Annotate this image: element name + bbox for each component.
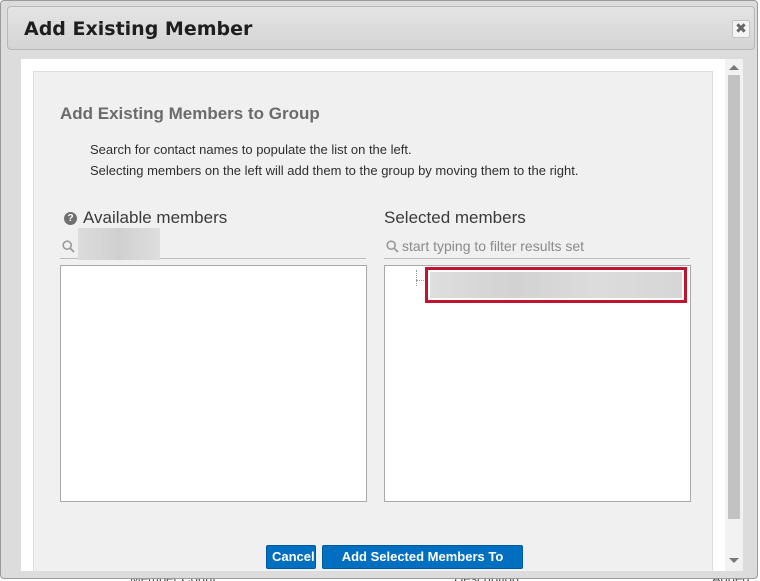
available-search-input[interactable] [78, 236, 358, 256]
scroll-thumb[interactable] [728, 75, 740, 519]
instruction-line: Selecting members on the left will add t… [90, 163, 579, 178]
selected-filter-input[interactable] [402, 236, 686, 256]
available-members-header: ? Available members [64, 208, 227, 228]
cancel-button[interactable]: Cancel [266, 545, 316, 569]
scroll-down-icon[interactable] [729, 558, 739, 563]
search-icon [386, 240, 399, 253]
selected-members-label: Selected members [384, 208, 526, 227]
help-icon[interactable]: ? [64, 212, 77, 225]
dialog-panel: Add Existing Members to Group Search for… [33, 71, 713, 571]
available-search-row [60, 228, 366, 260]
scroll-up-icon[interactable] [729, 65, 739, 70]
selected-search-row [384, 235, 690, 259]
instruction-line: Search for contact names to populate the… [90, 142, 412, 157]
dialog-content: Add Existing Members to Group Search for… [21, 59, 743, 571]
available-members-list[interactable] [60, 265, 367, 502]
selected-member-item[interactable] [425, 267, 687, 303]
add-selected-members-button[interactable]: Add Selected Members To Group [322, 545, 523, 569]
search-icon [62, 240, 75, 253]
dialog-title: Add Existing Member [24, 18, 253, 40]
available-members-label: Available members [83, 208, 228, 227]
tree-connector [416, 270, 417, 286]
panel-heading: Add Existing Members to Group [60, 104, 320, 123]
add-existing-member-dialog: Add Existing Member ✖ Add Existing Membe… [0, 0, 758, 579]
dialog-scrollbar[interactable] [725, 59, 743, 571]
selected-members-list[interactable] [384, 265, 691, 502]
close-icon[interactable]: ✖ [732, 20, 750, 38]
redacted-member-name [430, 272, 682, 298]
dialog-titlebar[interactable]: Add Existing Member ✖ [7, 6, 755, 50]
